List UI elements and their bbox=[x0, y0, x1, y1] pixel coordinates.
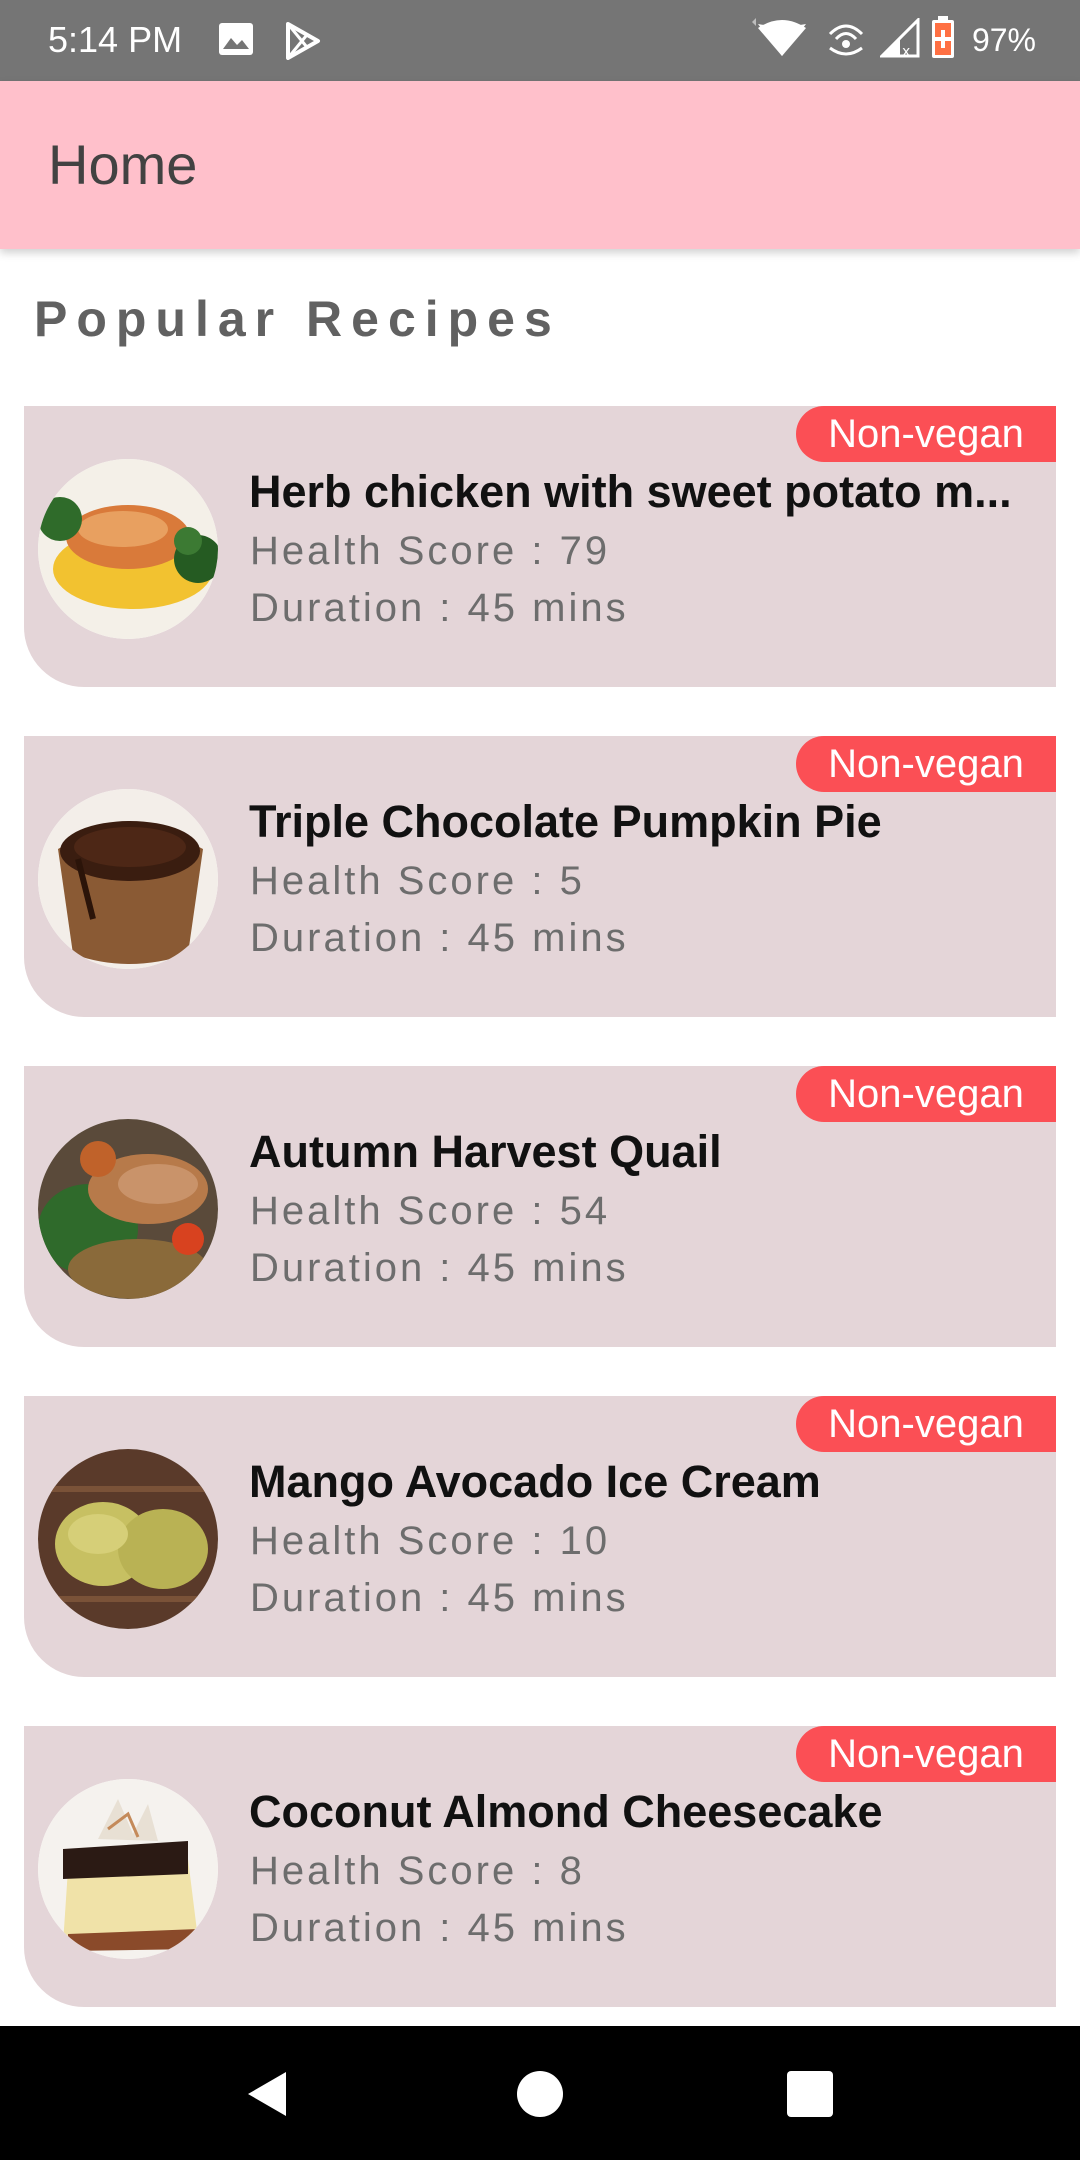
screen: 5:14 PM x 97% Home Popular Recipes Non-v… bbox=[0, 0, 1080, 2160]
recipe-image bbox=[38, 459, 218, 639]
status-icons: x 97% bbox=[751, 15, 1036, 65]
duration: Duration : 45 mins bbox=[250, 1576, 629, 1620]
svg-text:x: x bbox=[902, 44, 910, 58]
navigation-bar bbox=[0, 2026, 1080, 2160]
hotspot-icon bbox=[822, 16, 870, 65]
recents-icon[interactable] bbox=[782, 2066, 838, 2122]
status-bar: 5:14 PM x 97% bbox=[0, 0, 1080, 81]
health-score: Health Score : 8 bbox=[250, 1849, 585, 1893]
duration: Duration : 45 mins bbox=[250, 916, 629, 960]
recipe-title: Herb chicken with sweet potato m... bbox=[249, 466, 1012, 517]
recipe-title: Coconut Almond Cheesecake bbox=[249, 1786, 883, 1837]
recipe-title: Mango Avocado Ice Cream bbox=[249, 1456, 821, 1507]
status-time: 5:14 PM bbox=[48, 19, 183, 60]
health-score: Health Score : 10 bbox=[250, 1519, 611, 1563]
health-score: Health Score : 54 bbox=[250, 1189, 611, 1233]
page-title: Home bbox=[48, 133, 198, 196]
recipe-card[interactable]: Non-vegan Coconut Almond Cheesecake Heal… bbox=[24, 1726, 1056, 2007]
vegan-badge: Non-vegan bbox=[796, 1066, 1056, 1122]
back-icon[interactable] bbox=[240, 2066, 296, 2122]
duration: Duration : 45 mins bbox=[250, 1906, 629, 1950]
section-heading: Popular Recipes bbox=[34, 291, 561, 347]
app-bar: Home bbox=[0, 81, 1080, 249]
duration: Duration : 45 mins bbox=[250, 1246, 629, 1290]
home-icon[interactable] bbox=[512, 2066, 568, 2122]
play-store-icon bbox=[284, 22, 324, 60]
recipe-image bbox=[38, 1449, 218, 1629]
vegan-badge: Non-vegan bbox=[796, 736, 1056, 792]
image-icon bbox=[218, 22, 258, 60]
recipe-image bbox=[38, 1779, 218, 1959]
health-score: Health Score : 79 bbox=[250, 529, 611, 573]
recipe-card[interactable]: Non-vegan Triple Chocolate Pumpkin Pie H… bbox=[24, 736, 1056, 1017]
recipe-title: Triple Chocolate Pumpkin Pie bbox=[249, 796, 882, 847]
health-score: Health Score : 5 bbox=[250, 859, 585, 903]
recipe-card[interactable]: Non-vegan Autumn Harvest Quail Health Sc… bbox=[24, 1066, 1056, 1347]
signal-icon: x bbox=[878, 15, 920, 63]
recipe-image bbox=[38, 789, 218, 969]
vegan-badge: Non-vegan bbox=[796, 1396, 1056, 1452]
vegan-badge: Non-vegan bbox=[796, 1726, 1056, 1782]
recipe-title: Autumn Harvest Quail bbox=[249, 1126, 722, 1177]
duration: Duration : 45 mins bbox=[250, 586, 629, 630]
recipe-image bbox=[38, 1119, 218, 1299]
recipe-card[interactable]: Non-vegan Herb chicken with sweet potato… bbox=[24, 406, 1056, 687]
wifi-icon bbox=[751, 17, 812, 63]
recipe-card[interactable]: Non-vegan Mango Avocado Ice Cream Health… bbox=[24, 1396, 1056, 1677]
battery-icon bbox=[930, 15, 956, 65]
battery-percentage: 97% bbox=[971, 21, 1036, 58]
vegan-badge: Non-vegan bbox=[796, 406, 1056, 462]
